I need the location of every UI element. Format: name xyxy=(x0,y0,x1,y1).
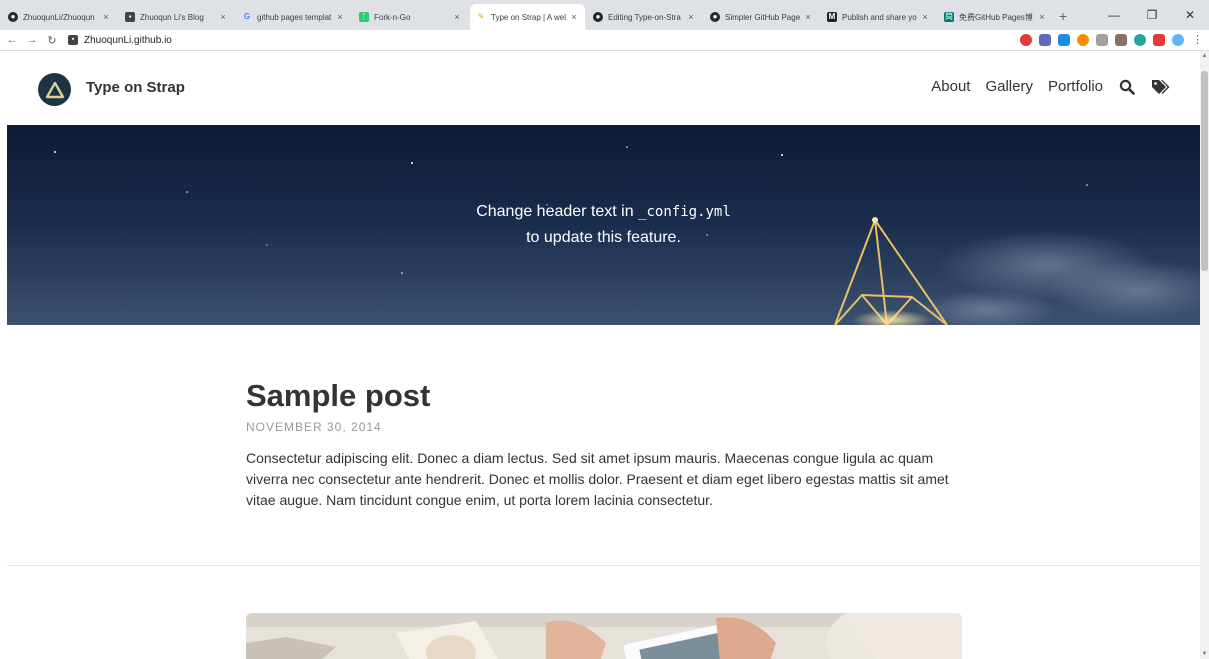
pencil-icon: ✎ xyxy=(477,12,485,21)
scrollbar-thumb[interactable] xyxy=(1201,71,1208,271)
close-icon[interactable]: × xyxy=(920,12,930,22)
browser-tab[interactable]: M Publish and share yo × xyxy=(821,4,936,30)
browser-tab[interactable]: G github pages templat × xyxy=(236,4,351,30)
extension-icon[interactable] xyxy=(1096,33,1108,46)
github-icon: ● xyxy=(593,12,603,22)
post-divider xyxy=(7,565,1200,566)
web-page: Type on Strap About Gallery Portfolio Ch… xyxy=(0,51,1200,659)
forward-icon[interactable]: → xyxy=(24,34,40,46)
post-feature-image[interactable] xyxy=(246,613,962,659)
browser-tab-strip: ● ZhuoqunLi/Zhuoqun × ▪ Zhuoqun Li's Blo… xyxy=(0,0,1209,30)
tab-title: 免费GitHub Pages博 xyxy=(959,12,1033,22)
tab-title: Publish and share yo xyxy=(842,12,917,22)
site-logo[interactable] xyxy=(38,73,71,106)
extension-icon[interactable] xyxy=(1134,33,1146,46)
tags-icon[interactable] xyxy=(1151,79,1170,95)
extension-icon[interactable] xyxy=(1020,33,1032,46)
hero-line-1: Change header text in _config.yml xyxy=(7,199,1200,225)
url-field[interactable]: ▪ ZhuoqunLi.github.io xyxy=(68,35,172,46)
close-icon[interactable]: × xyxy=(686,12,696,22)
scroll-down-icon[interactable]: ▼ xyxy=(1200,651,1209,657)
browser-tab[interactable]: ● Editing Type-on-Stra × xyxy=(587,4,702,30)
extension-icon[interactable] xyxy=(1153,33,1165,46)
github-icon: ● xyxy=(710,12,720,22)
post-excerpt: Consectetur adipiscing elit. Donec a dia… xyxy=(246,450,949,508)
site-navbar: Type on Strap About Gallery Portfolio xyxy=(0,51,1200,125)
close-icon[interactable]: × xyxy=(101,12,111,22)
browser-menu-icon[interactable]: ⋮ xyxy=(1192,33,1203,46)
close-window-icon[interactable]: ✕ xyxy=(1171,0,1209,30)
close-icon[interactable]: × xyxy=(452,12,462,22)
close-icon[interactable]: × xyxy=(569,12,579,22)
close-icon[interactable]: × xyxy=(335,12,345,22)
tab-title: Simpler GitHub Page xyxy=(725,12,801,22)
hero-config-filename: _config.yml xyxy=(638,204,731,220)
scroll-up-icon[interactable]: ▲ xyxy=(1200,53,1209,59)
browser-tab[interactable]: ● Simpler GitHub Page × xyxy=(704,4,819,30)
tab-title: Type on Strap | A wel xyxy=(491,12,567,22)
tab-title: Zhuoqun Li's Blog xyxy=(140,12,204,22)
nav-link-portfolio[interactable]: Portfolio xyxy=(1048,78,1103,95)
main-menu: About Gallery Portfolio xyxy=(916,78,1170,95)
back-icon[interactable]: ← xyxy=(4,34,20,46)
tab-title: github pages templat xyxy=(257,12,332,22)
hero-banner: Change header text in _config.yml to upd… xyxy=(7,125,1200,325)
address-bar: ← → ↻ ▪ ZhuoqunLi.github.io ⋮ xyxy=(0,30,1209,51)
github-icon: ● xyxy=(8,12,18,22)
tab-title: Editing Type-on-Stra xyxy=(608,12,681,22)
extension-icon[interactable] xyxy=(1077,33,1089,46)
triangle-logo-icon xyxy=(45,81,64,98)
post-preview: Sample post NOVEMBER 30, 2014 Consectetu… xyxy=(246,377,966,511)
profile-avatar[interactable] xyxy=(1172,33,1184,46)
site-info-icon[interactable]: ▪ xyxy=(68,35,78,45)
close-icon[interactable]: × xyxy=(1037,12,1047,22)
browser-tab-active[interactable]: ✎ Type on Strap | A wel × xyxy=(470,4,585,30)
browser-tab[interactable]: ᚴ Fork-n-Go × xyxy=(353,4,468,30)
close-icon[interactable]: × xyxy=(218,12,228,22)
medium-icon: M xyxy=(827,12,837,22)
window-controls: — ❐ ✕ xyxy=(1095,0,1209,30)
google-icon: G xyxy=(243,12,251,21)
nav-link-gallery[interactable]: Gallery xyxy=(985,78,1033,95)
fork-icon: ᚴ xyxy=(359,12,369,22)
extension-icon[interactable] xyxy=(1039,33,1051,46)
extension-icon[interactable] xyxy=(1115,33,1127,46)
minimize-icon[interactable]: — xyxy=(1095,0,1133,30)
desk-photo xyxy=(246,613,962,659)
close-icon[interactable]: × xyxy=(803,12,813,22)
hero-line-2: to update this feature. xyxy=(526,229,681,246)
post-date: NOVEMBER 30, 2014 xyxy=(246,420,382,434)
nav-link-about[interactable]: About xyxy=(931,78,970,95)
hero-text: Change header text in _config.yml to upd… xyxy=(7,199,1200,251)
search-icon[interactable] xyxy=(1119,79,1135,95)
extensions-area: ⋮ xyxy=(1013,33,1203,46)
post-title[interactable]: Sample post xyxy=(246,377,966,415)
new-tab-button[interactable]: + xyxy=(1059,4,1067,30)
tab-title: Fork-n-Go xyxy=(374,12,411,22)
hero-line-1-text: Change header text in xyxy=(476,203,639,220)
site-title[interactable]: Type on Strap xyxy=(86,79,185,96)
jianshu-icon: 简 xyxy=(944,12,954,22)
page-scrollbar[interactable]: ▲ ▼ xyxy=(1200,51,1209,659)
browser-tab[interactable]: 简 免费GitHub Pages博 × xyxy=(938,4,1053,30)
url-text[interactable]: ZhuoqunLi.github.io xyxy=(84,35,172,46)
restore-icon[interactable]: ❐ xyxy=(1133,0,1171,30)
reload-icon[interactable]: ↻ xyxy=(44,34,60,47)
extension-icon[interactable] xyxy=(1058,33,1070,46)
tab-title: ZhuoqunLi/Zhuoqun xyxy=(23,12,95,22)
blog-icon: ▪ xyxy=(125,12,135,22)
browser-tab[interactable]: ● ZhuoqunLi/Zhuoqun × xyxy=(2,4,117,30)
browser-tab[interactable]: ▪ Zhuoqun Li's Blog × xyxy=(119,4,234,30)
